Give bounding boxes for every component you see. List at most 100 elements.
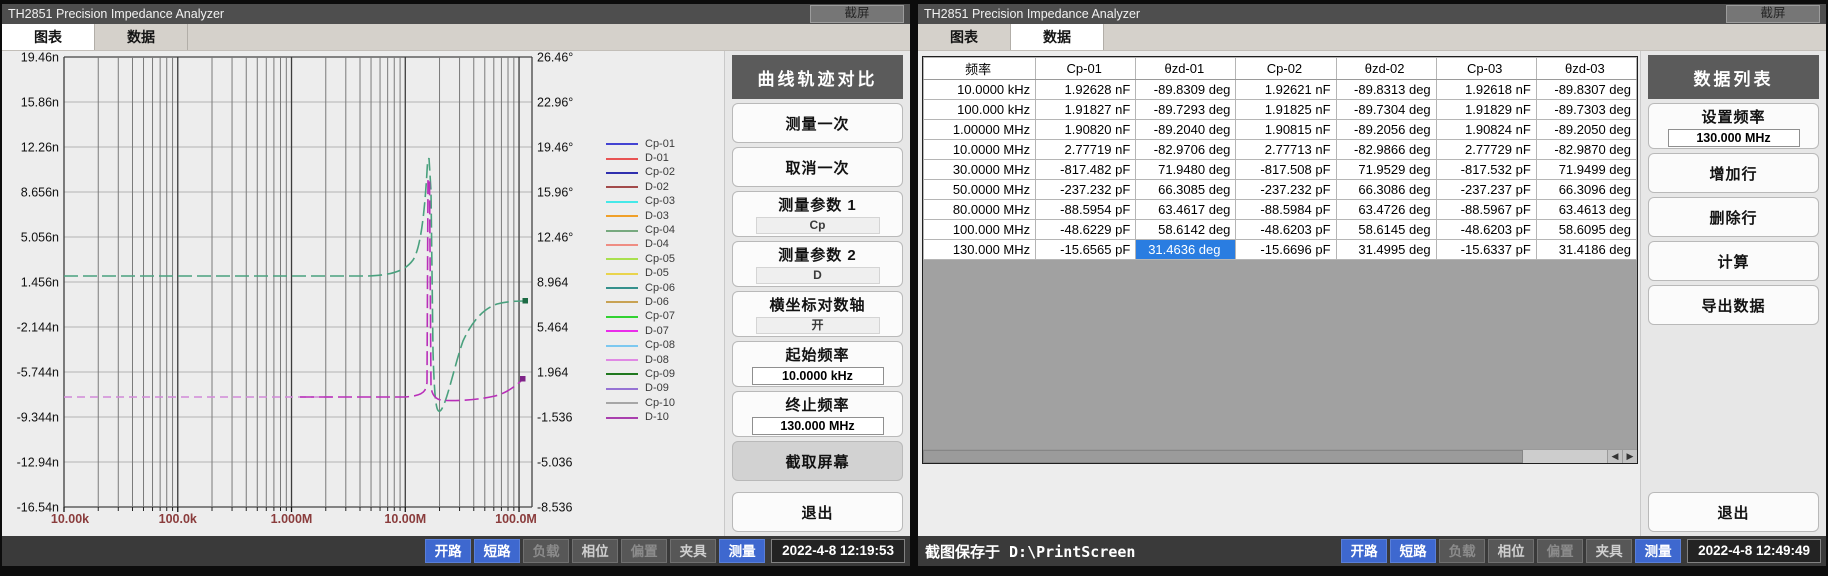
table-cell[interactable]: 31.4995 deg — [1336, 240, 1436, 260]
measure-param2-button[interactable]: 测量参数 2 D — [732, 241, 903, 287]
set-freq-button[interactable]: 设置频率 130.000 MHz — [1648, 103, 1819, 149]
table-cell[interactable]: -82.9870 deg — [1536, 140, 1636, 160]
status-button-fixture[interactable]: 夹具 — [670, 539, 716, 563]
table-cell[interactable]: -817.482 pF — [1036, 160, 1136, 180]
table-cell[interactable]: -15.6696 pF — [1236, 240, 1336, 260]
table-cell[interactable]: 1.91827 nF — [1036, 100, 1136, 120]
add-row-button[interactable]: 增加行 — [1648, 153, 1819, 193]
table-cell[interactable]: -48.6203 pF — [1436, 220, 1536, 240]
set-freq-input[interactable]: 130.000 MHz — [1668, 129, 1800, 147]
table-cell[interactable]: 100.000 MHz — [924, 220, 1036, 240]
measure-once-button[interactable]: 测量一次 — [732, 103, 903, 143]
status-button-load[interactable]: 负载 — [1439, 539, 1485, 563]
export-data-button[interactable]: 导出数据 — [1648, 285, 1819, 325]
cancel-once-button[interactable]: 取消一次 — [732, 147, 903, 187]
table-cell[interactable]: -817.532 pF — [1436, 160, 1536, 180]
scroll-right-arrow-icon[interactable]: ▶ — [1622, 450, 1637, 463]
table-cell[interactable]: -89.7304 deg — [1336, 100, 1436, 120]
exit-button[interactable]: 退出 — [732, 492, 903, 532]
table-cell[interactable]: -88.5984 pF — [1236, 200, 1336, 220]
table-cell[interactable]: 10.0000 kHz — [924, 80, 1036, 100]
table-cell[interactable]: 63.4613 deg — [1536, 200, 1636, 220]
table-cell[interactable]: -89.2050 deg — [1536, 120, 1636, 140]
status-button-measure[interactable]: 测量 — [1635, 539, 1681, 563]
table-cell[interactable]: -89.8313 deg — [1336, 80, 1436, 100]
table-cell[interactable]: 50.0000 MHz — [924, 180, 1036, 200]
table-cell[interactable]: 1.00000 MHz — [924, 120, 1036, 140]
tab-chart[interactable]: 图表 — [2, 24, 95, 50]
tab-data[interactable]: 数据 — [95, 24, 188, 50]
start-freq-input[interactable]: 10.0000 kHz — [752, 367, 884, 385]
table-cell[interactable]: -89.8307 deg — [1536, 80, 1636, 100]
status-button-bias[interactable]: 偏置 — [621, 539, 667, 563]
status-button-phase[interactable]: 相位 — [572, 539, 618, 563]
table-cell[interactable]: 63.4726 deg — [1336, 200, 1436, 220]
table-cell[interactable]: 66.3085 deg — [1136, 180, 1236, 200]
status-button-phase[interactable]: 相位 — [1488, 539, 1534, 563]
table-cell[interactable]: -237.237 pF — [1436, 180, 1536, 200]
table-cell[interactable]: -82.9706 deg — [1136, 140, 1236, 160]
table-cell[interactable]: -89.8309 deg — [1136, 80, 1236, 100]
table-cell[interactable]: 30.0000 MHz — [924, 160, 1036, 180]
start-freq-button[interactable]: 起始频率 10.0000 kHz — [732, 341, 903, 387]
table-cell[interactable]: 66.3096 deg — [1536, 180, 1636, 200]
table-cell[interactable]: -88.5954 pF — [1036, 200, 1136, 220]
table-cell[interactable]: 71.9480 deg — [1136, 160, 1236, 180]
capture-screen-button[interactable]: 截取屏幕 — [732, 441, 903, 481]
table-cell[interactable]: -15.6337 pF — [1436, 240, 1536, 260]
scrollbar-thumb[interactable] — [923, 450, 1523, 463]
table-cell[interactable]: -89.7293 deg — [1136, 100, 1236, 120]
table-cell[interactable]: -237.232 pF — [1036, 180, 1136, 200]
table-cell[interactable]: 130.000 MHz — [924, 240, 1036, 260]
table-cell[interactable]: 2.77729 nF — [1436, 140, 1536, 160]
table-cell[interactable]: -89.7303 deg — [1536, 100, 1636, 120]
table-cell[interactable]: 58.6145 deg — [1336, 220, 1436, 240]
table-cell[interactable]: 10.0000 MHz — [924, 140, 1036, 160]
delete-row-button[interactable]: 删除行 — [1648, 197, 1819, 237]
status-button-load[interactable]: 负载 — [523, 539, 569, 563]
calculate-button[interactable]: 计算 — [1648, 241, 1819, 281]
status-button-measure[interactable]: 测量 — [719, 539, 765, 563]
table-cell[interactable]: 58.6142 deg — [1136, 220, 1236, 240]
screenshot-button[interactable]: 截屏 — [810, 5, 904, 23]
table-cell[interactable]: 71.9529 deg — [1336, 160, 1436, 180]
status-button-short-circuit[interactable]: 短路 — [474, 539, 520, 563]
table-cell[interactable]: -15.6565 pF — [1036, 240, 1136, 260]
exit-button[interactable]: 退出 — [1648, 492, 1819, 532]
table-cell[interactable]: 31.4186 deg — [1536, 240, 1636, 260]
table-cell[interactable]: -48.6203 pF — [1236, 220, 1336, 240]
measure-param1-button[interactable]: 测量参数 1 Cp — [732, 191, 903, 237]
table-cell[interactable]: 31.4636 deg — [1136, 240, 1236, 260]
status-button-short-circuit[interactable]: 短路 — [1390, 539, 1436, 563]
status-button-open-circuit[interactable]: 开路 — [425, 539, 471, 563]
table-cell[interactable]: -817.508 pF — [1236, 160, 1336, 180]
screenshot-button[interactable]: 截屏 — [1726, 5, 1820, 23]
table-cell[interactable]: 2.77719 nF — [1036, 140, 1136, 160]
table-cell[interactable]: 2.77713 nF — [1236, 140, 1336, 160]
table-cell[interactable]: 1.91829 nF — [1436, 100, 1536, 120]
table-cell[interactable]: 1.92628 nF — [1036, 80, 1136, 100]
tab-data[interactable]: 数据 — [1011, 24, 1104, 50]
table-cell[interactable]: 80.0000 MHz — [924, 200, 1036, 220]
scrollbar-track[interactable] — [1523, 450, 1607, 463]
table-cell[interactable]: -237.232 pF — [1236, 180, 1336, 200]
table-cell[interactable]: -89.2040 deg — [1136, 120, 1236, 140]
scroll-left-arrow-icon[interactable]: ◀ — [1607, 450, 1622, 463]
tab-chart[interactable]: 图表 — [918, 24, 1011, 50]
table-cell[interactable]: 1.90820 nF — [1036, 120, 1136, 140]
log-axis-button[interactable]: 横坐标对数轴 开 — [732, 291, 903, 337]
stop-freq-button[interactable]: 终止频率 130.000 MHz — [732, 391, 903, 437]
status-button-bias[interactable]: 偏置 — [1537, 539, 1583, 563]
table-cell[interactable]: 58.6095 deg — [1536, 220, 1636, 240]
table-cell[interactable]: 1.92621 nF — [1236, 80, 1336, 100]
stop-freq-input[interactable]: 130.000 MHz — [752, 417, 884, 435]
table-cell[interactable]: 1.91825 nF — [1236, 100, 1336, 120]
table-cell[interactable]: 1.90824 nF — [1436, 120, 1536, 140]
table-cell[interactable]: 1.90815 nF — [1236, 120, 1336, 140]
status-button-fixture[interactable]: 夹具 — [1586, 539, 1632, 563]
table-cell[interactable]: -48.6229 pF — [1036, 220, 1136, 240]
table-cell[interactable]: 63.4617 deg — [1136, 200, 1236, 220]
table-cell[interactable]: 71.9499 deg — [1536, 160, 1636, 180]
table-cell[interactable]: 1.92618 nF — [1436, 80, 1536, 100]
table-cell[interactable]: 100.000 kHz — [924, 100, 1036, 120]
